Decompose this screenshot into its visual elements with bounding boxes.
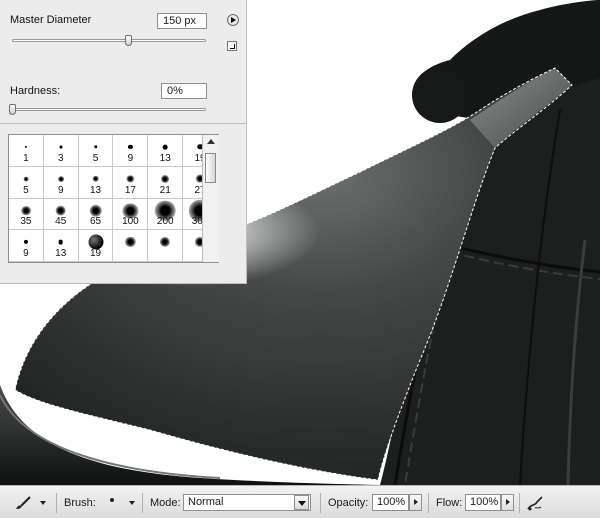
- separator: [142, 493, 143, 513]
- brush-preset-cell[interactable]: 13: [148, 135, 184, 167]
- scroll-up-icon[interactable]: [207, 139, 215, 144]
- brush-preset-cell[interactable]: 13: [43, 230, 79, 262]
- brush-preset-size: 200: [156, 216, 174, 228]
- brush-preset-cell[interactable]: 3: [43, 135, 79, 167]
- brush-preset-size: 35: [20, 216, 32, 228]
- brush-tip-icon: [162, 144, 168, 150]
- brush-preview-icon[interactable]: [110, 498, 114, 502]
- brush-preset-cell[interactable]: 45: [43, 198, 79, 231]
- mode-label: Mode:: [150, 497, 181, 509]
- brush-tip-icon: [58, 239, 64, 245]
- brush-icon[interactable]: [14, 495, 32, 511]
- brush-preset-cell[interactable]: 21: [148, 166, 184, 199]
- separator: [519, 493, 520, 513]
- brush-preset-size: 13: [159, 152, 171, 164]
- brush-preset-cell[interactable]: [113, 230, 149, 262]
- brush-tip-icon: [92, 175, 99, 183]
- brush-preset-size: 21: [159, 184, 171, 196]
- hardness-slider-thumb[interactable]: [9, 104, 16, 115]
- airbrush-icon[interactable]: [525, 494, 545, 512]
- brush-preset-cell[interactable]: 13: [78, 166, 114, 199]
- brush-preset-cell[interactable]: 35: [9, 198, 44, 231]
- brush-tip-icon: [57, 175, 64, 182]
- brush-tip-icon: [89, 204, 102, 217]
- brush-preset-size: 17: [124, 184, 136, 196]
- scroll-thumb[interactable]: [205, 153, 216, 183]
- brush-preset-cell[interactable]: 65: [78, 198, 114, 231]
- brush-preset-size: 5: [92, 152, 99, 164]
- mode-dropdown-icon[interactable]: [294, 495, 309, 510]
- master-diameter-slider-thumb[interactable]: [125, 35, 133, 46]
- hardness-field[interactable]: 0%: [161, 83, 207, 99]
- brush-preset-cell[interactable]: 9: [9, 230, 44, 262]
- brush-preset-size: 65: [90, 216, 102, 228]
- brush-tip-icon: [160, 237, 171, 248]
- panel-divider: [0, 123, 246, 124]
- master-diameter-field[interactable]: 150 px: [157, 13, 207, 29]
- brush-preset-size: 13: [55, 248, 67, 259]
- separator: [56, 493, 57, 513]
- preset-scrollbar[interactable]: [202, 135, 219, 262]
- brush-preset-cell[interactable]: 9: [113, 135, 149, 167]
- brush-preset-cell[interactable]: 100: [113, 198, 149, 231]
- brush-preset-cell[interactable]: 200: [148, 198, 184, 231]
- opacity-label: Opacity:: [328, 497, 369, 509]
- brush-preset-size: 9: [127, 152, 134, 164]
- brush-preset-cell[interactable]: 5: [78, 135, 114, 167]
- brush-tip-icon: [161, 174, 170, 183]
- brush-tip-icon: [93, 145, 98, 149]
- brush-panel: Master Diameter 150 px Hardness: 0% 1359…: [0, 0, 247, 284]
- brush-preset-cell[interactable]: 5: [9, 166, 44, 199]
- brush-preset-cell[interactable]: [148, 230, 184, 262]
- brush-tip-icon: [55, 205, 67, 216]
- brush-preset-size: 9: [57, 184, 64, 196]
- separator: [320, 493, 321, 513]
- brush-tip-icon: [126, 175, 135, 183]
- brush-tip-icon: [24, 145, 28, 149]
- flow-field[interactable]: 100%: [465, 494, 501, 511]
- brush-preset-size: 13: [90, 184, 102, 196]
- brush-preset-size: 100: [122, 216, 139, 228]
- hardness-label: Hardness:: [10, 85, 61, 97]
- brush-preset-size: 19: [90, 248, 102, 259]
- flow-slider-button[interactable]: [501, 494, 514, 511]
- brush-picker-caret-icon[interactable]: [129, 501, 135, 505]
- tool-preset-caret-icon[interactable]: [40, 501, 46, 505]
- master-diameter-slider[interactable]: [12, 39, 206, 42]
- brush-label: Brush:: [64, 497, 96, 509]
- brush-preset-cell[interactable]: 17: [113, 166, 149, 199]
- panel-menu-icon[interactable]: [227, 14, 239, 26]
- tool-options-bar: Brush: Mode: Normal Opacity: 100% Flow: …: [0, 485, 600, 518]
- brush-tip-icon: [23, 176, 29, 182]
- brush-tip-icon: [21, 205, 31, 216]
- master-diameter-label: Master Diameter: [10, 14, 92, 26]
- hardness-slider[interactable]: [12, 108, 206, 111]
- brush-preset-size: 3: [57, 152, 64, 164]
- brush-preset-cell[interactable]: 9: [43, 166, 79, 199]
- brush-preset-size: 5: [23, 184, 29, 196]
- brush-preset-size: 9: [23, 248, 29, 259]
- separator: [428, 493, 429, 513]
- brush-tip-icon: [125, 237, 136, 248]
- brush-tip-icon: [128, 144, 133, 150]
- opacity-field[interactable]: 100%: [372, 494, 409, 511]
- brush-tip-icon: [59, 145, 63, 149]
- brush-tip-icon: [23, 240, 28, 245]
- brush-preset-size: 45: [55, 216, 67, 228]
- brush-preset-grid: 1 3 5 9 13 19 5 9 13 17 21 27 35 45 65 100 200 300 9 13 19: [8, 134, 219, 263]
- mode-select[interactable]: Normal: [183, 494, 311, 511]
- brush-preset-cell[interactable]: 19: [78, 230, 114, 262]
- brush-preset-size: 1: [23, 152, 29, 164]
- sample-size-icon[interactable]: [227, 41, 237, 51]
- opacity-slider-button[interactable]: [409, 494, 422, 511]
- brush-preset-cell[interactable]: 1: [9, 135, 44, 167]
- flow-label: Flow:: [436, 497, 463, 509]
